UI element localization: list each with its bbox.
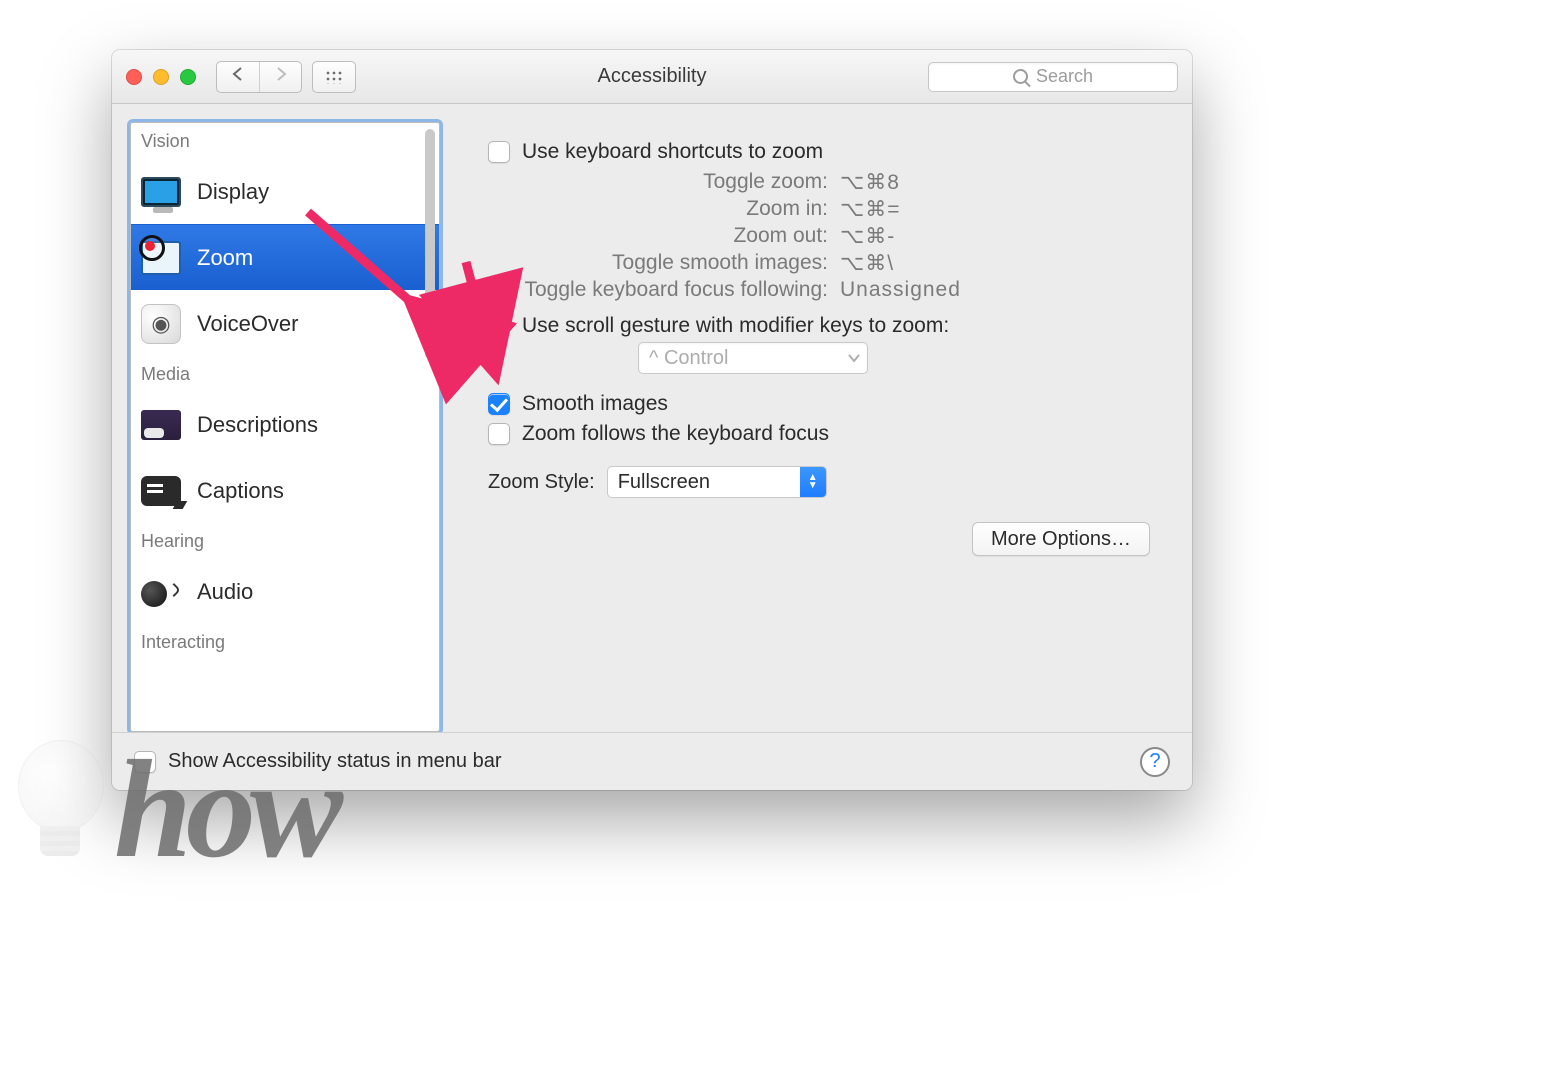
display-icon [139, 172, 183, 212]
sidebar-item-audio[interactable]: Audio [131, 558, 439, 624]
help-button[interactable]: ? [1140, 747, 1170, 777]
label-smooth-images: Smooth images [522, 392, 668, 416]
category-sidebar: Vision Display Zoom ◉ VoiceOver Media [130, 122, 440, 732]
search-icon [1013, 69, 1028, 84]
shortcut-toggle-zoom-label: Toggle zoom: [488, 170, 828, 195]
checkbox-scroll-gesture[interactable] [488, 315, 510, 337]
grid-icon [325, 70, 343, 84]
sidebar-item-label: Captions [197, 478, 284, 504]
more-options-button[interactable]: More Options… [972, 522, 1150, 556]
window-body: Vision Display Zoom ◉ VoiceOver Media [112, 104, 1192, 732]
zoom-style-value: Fullscreen [608, 471, 800, 494]
zoom-icon [139, 238, 183, 278]
voiceover-icon: ◉ [139, 304, 183, 344]
sidebar-section-interacting: Interacting [131, 624, 439, 659]
search-input[interactable]: Search [928, 62, 1178, 92]
descriptions-icon [139, 405, 183, 445]
sidebar-item-zoom[interactable]: Zoom [131, 224, 439, 290]
sidebar-item-voiceover[interactable]: ◉ VoiceOver [131, 290, 439, 356]
captions-icon [139, 471, 183, 511]
watermark-text: how [114, 740, 337, 880]
sidebar-item-label: Descriptions [197, 412, 318, 438]
zoom-style-label: Zoom Style: [488, 471, 595, 494]
back-button[interactable] [217, 62, 259, 92]
label-keyboard-shortcuts: Use keyboard shortcuts to zoom [522, 140, 823, 164]
shortcut-zoom-out-label: Zoom out: [488, 224, 828, 249]
modifier-key-select[interactable]: ^ Control [638, 342, 868, 374]
lightbulb-icon [10, 740, 110, 880]
label-zoom-follows-focus: Zoom follows the keyboard focus [522, 422, 829, 446]
audio-icon [139, 572, 183, 612]
minimize-window-button[interactable] [153, 69, 169, 85]
titlebar: Accessibility Search [112, 50, 1192, 104]
shortcut-toggle-focus-label: Toggle keyboard focus following: [488, 278, 828, 302]
sidebar-item-descriptions[interactable]: Descriptions [131, 391, 439, 457]
zoom-settings-panel: Use keyboard shortcuts to zoom Toggle zo… [458, 122, 1174, 732]
forward-button[interactable] [259, 62, 301, 92]
shortcut-toggle-zoom-value: ⌥⌘8 [840, 170, 900, 195]
nav-segment [216, 61, 302, 93]
shortcut-toggle-smooth-label: Toggle smooth images: [488, 251, 828, 276]
chevron-left-icon [232, 67, 244, 81]
label-scroll-gesture: Use scroll gesture with modifier keys to… [522, 314, 949, 338]
shortcut-zoom-out-value: ⌥⌘- [840, 224, 895, 249]
close-window-button[interactable] [126, 69, 142, 85]
sidebar-section-hearing: Hearing [131, 523, 439, 558]
window-controls [126, 69, 196, 85]
show-all-segment [312, 61, 356, 93]
sidebar-item-label: VoiceOver [197, 311, 299, 337]
sidebar-section-media: Media [131, 356, 439, 391]
shortcut-list: Toggle zoom: ⌥⌘8 Zoom in: ⌥⌘= Zoom out: … [488, 170, 1154, 302]
preferences-window: Accessibility Search Vision Display [112, 50, 1192, 790]
shortcut-toggle-smooth-value: ⌥⌘\ [840, 251, 894, 276]
maximize-window-button[interactable] [180, 69, 196, 85]
sidebar-scrollbar[interactable] [425, 129, 435, 359]
chevron-right-icon [275, 67, 287, 81]
help-icon: ? [1149, 750, 1160, 773]
shortcut-zoom-in-label: Zoom in: [488, 197, 828, 222]
checkbox-smooth-images[interactable] [488, 393, 510, 415]
sidebar-item-label: Display [197, 179, 269, 205]
updown-arrows-icon: ▲▼ [800, 467, 826, 497]
sidebar-item-display[interactable]: Display [131, 158, 439, 224]
search-placeholder: Search [1036, 66, 1093, 87]
modifier-key-value: ^ Control [649, 347, 728, 370]
sidebar-item-label: Zoom [197, 245, 253, 271]
sidebar-section-vision: Vision [131, 123, 439, 158]
shortcut-toggle-focus-value: Unassigned [840, 278, 961, 302]
show-all-button[interactable] [313, 62, 355, 92]
watermark: how [10, 740, 337, 880]
shortcut-zoom-in-value: ⌥⌘= [840, 197, 900, 222]
checkbox-zoom-follows-focus[interactable] [488, 423, 510, 445]
sidebar-item-label: Audio [197, 579, 253, 605]
zoom-style-select[interactable]: Fullscreen ▲▼ [607, 466, 827, 498]
chevron-down-icon [847, 353, 861, 363]
checkbox-keyboard-shortcuts[interactable] [488, 141, 510, 163]
sidebar-item-captions[interactable]: Captions [131, 457, 439, 523]
